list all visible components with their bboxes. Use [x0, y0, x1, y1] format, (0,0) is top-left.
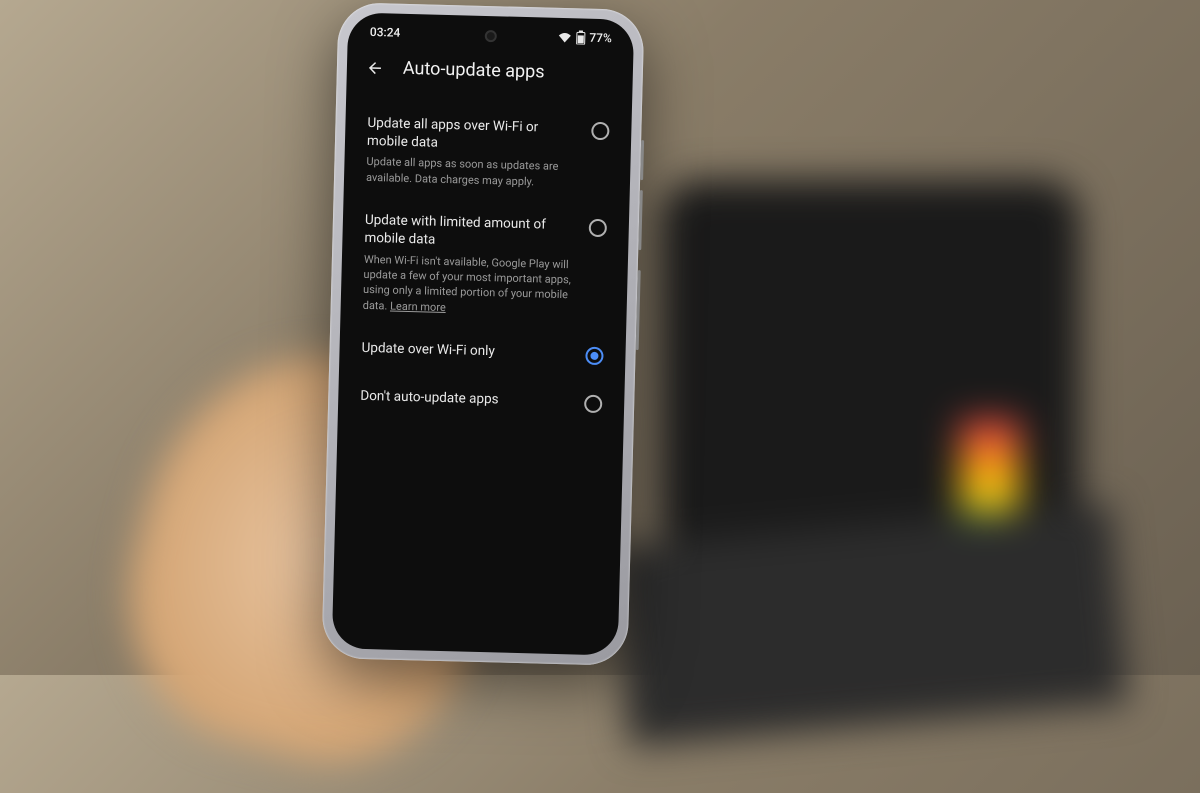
option-description: Update all apps as soon as updates are a… [366, 154, 575, 190]
arrow-left-icon [366, 58, 384, 76]
learn-more-link[interactable]: Learn more [390, 299, 446, 313]
page-title: Auto-update apps [403, 58, 545, 83]
battery-icon [575, 30, 585, 44]
option-description: When Wi-Fi isn't available, Google Play … [363, 252, 573, 319]
option-title: Update all apps over Wi-Fi or mobile dat… [367, 114, 576, 156]
wifi-icon [557, 31, 571, 42]
radio-unselected-icon[interactable] [589, 219, 607, 237]
options-list: Update all apps over Wi-Fi or mobile dat… [338, 95, 632, 430]
option-text: Update over Wi-Fi only [361, 339, 570, 367]
option-dont-update[interactable]: Don't auto-update apps [360, 375, 603, 430]
option-wifi-only[interactable]: Update over Wi-Fi only [361, 327, 604, 382]
option-title: Update over Wi-Fi only [361, 339, 569, 363]
option-text: Update with limited amount of mobile dat… [363, 211, 574, 318]
option-text: Update all apps over Wi-Fi or mobile dat… [366, 114, 576, 191]
status-right: 77% [557, 30, 612, 45]
option-update-all[interactable]: Update all apps over Wi-Fi or mobile dat… [365, 102, 609, 206]
option-title: Update with limited amount of mobile dat… [364, 211, 573, 253]
option-text: Don't auto-update apps [360, 387, 569, 415]
phone-device: 03:24 77% Auto-update apps Update all ap… [321, 2, 644, 666]
status-time: 03:24 [370, 25, 401, 40]
app-header: Auto-update apps [346, 42, 633, 102]
option-title: Don't auto-update apps [360, 387, 568, 411]
battery-percent: 77% [589, 31, 612, 46]
radio-unselected-icon[interactable] [591, 122, 609, 140]
radio-selected-icon[interactable] [585, 347, 603, 365]
phone-screen: 03:24 77% Auto-update apps Update all ap… [332, 12, 635, 655]
back-button[interactable] [365, 57, 386, 78]
option-limited-mobile[interactable]: Update with limited amount of mobile dat… [362, 199, 607, 333]
radio-unselected-icon[interactable] [584, 395, 602, 413]
